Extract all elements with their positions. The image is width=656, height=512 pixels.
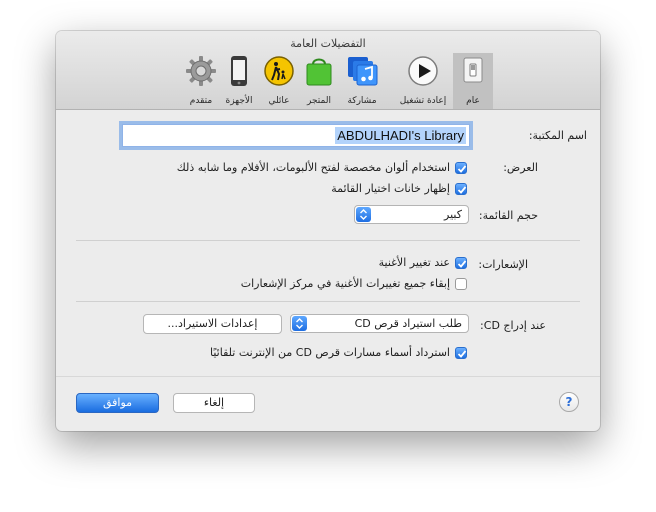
view-label: العرض:: [503, 161, 538, 174]
cd-insert-label: عند إدراج CD:: [480, 319, 546, 332]
store-icon: [304, 55, 334, 91]
popup-stepper-icon: [292, 316, 307, 331]
general-switch-icon: [458, 55, 488, 89]
list-size-value: كبير: [444, 208, 462, 221]
notifications-label: الإشعارات:: [478, 258, 528, 271]
tab-parental[interactable]: عائلي: [260, 53, 298, 109]
list-checkboxes-label: إظهار خانات اختيار القائمة: [331, 182, 450, 195]
list-size-label: حجم القائمة:: [478, 209, 538, 222]
import-settings-button[interactable]: إعدادات الاستيراد...: [143, 314, 282, 334]
tab-general-label: عام: [466, 96, 480, 106]
tab-parental-label: عائلي: [268, 96, 290, 106]
custom-colors-label: استخدام ألوان مخصصة لفتح الألبومات، الأف…: [176, 161, 450, 174]
tab-advanced-label: متقدم: [189, 96, 213, 106]
tab-sharing[interactable]: مشاركة: [341, 53, 383, 109]
tab-playback-label: إعادة تشغيل: [399, 96, 447, 106]
devices-icon: [228, 55, 250, 91]
sharing-icon: [346, 55, 378, 91]
tab-devices[interactable]: الأجهزة: [220, 53, 258, 109]
song-change-checkbox[interactable]: [455, 257, 467, 269]
tab-store[interactable]: المتجر: [300, 53, 338, 109]
cd-insert-popup[interactable]: طلب استيراد قرص CD: [290, 314, 469, 333]
cd-insert-value: طلب استيراد قرص CD: [354, 317, 462, 330]
separator: [76, 301, 580, 302]
playback-icon: [407, 55, 439, 91]
tab-sharing-label: مشاركة: [347, 96, 377, 106]
separator: [76, 240, 580, 241]
library-name-value: ABDULHADI's Library: [335, 127, 466, 144]
popup-stepper-icon: [356, 207, 371, 222]
tab-playback[interactable]: إعادة تشغيل: [394, 53, 452, 109]
toolbar: التفضيلات العامة عام إعادة تشغيل مشاركة …: [56, 31, 600, 110]
library-name-field[interactable]: ABDULHADI's Library: [122, 124, 470, 147]
ok-button[interactable]: موافق: [76, 393, 159, 413]
song-change-label: عند تغيير الأغنية: [378, 256, 450, 269]
keep-notifications-label: إبقاء جميع تغييرات الأغنية في مركز الإشع…: [240, 277, 450, 290]
tab-general[interactable]: عام: [453, 53, 493, 109]
separator: [56, 376, 600, 377]
window-title: التفضيلات العامة: [290, 37, 366, 50]
list-checkboxes-checkbox[interactable]: [455, 183, 467, 195]
cancel-button[interactable]: إلغاء: [173, 393, 255, 413]
retrieve-names-checkbox[interactable]: [455, 347, 467, 359]
tab-advanced[interactable]: متقدم: [182, 53, 220, 109]
tab-store-label: المتجر: [307, 96, 331, 106]
retrieve-names-label: استرداد أسماء مسارات قرص CD من الإنترنت …: [210, 346, 450, 359]
help-button[interactable]: ?: [559, 392, 579, 412]
preferences-window: التفضيلات العامة عام إعادة تشغيل مشاركة …: [56, 31, 600, 431]
parental-icon: [263, 55, 295, 91]
library-name-label: اسم المكتبة:: [528, 129, 587, 142]
list-size-popup[interactable]: كبير: [354, 205, 469, 224]
advanced-gear-icon: [185, 55, 217, 91]
keep-notifications-checkbox[interactable]: [455, 278, 467, 290]
tab-devices-label: الأجهزة: [225, 96, 253, 106]
custom-colors-checkbox[interactable]: [455, 162, 467, 174]
